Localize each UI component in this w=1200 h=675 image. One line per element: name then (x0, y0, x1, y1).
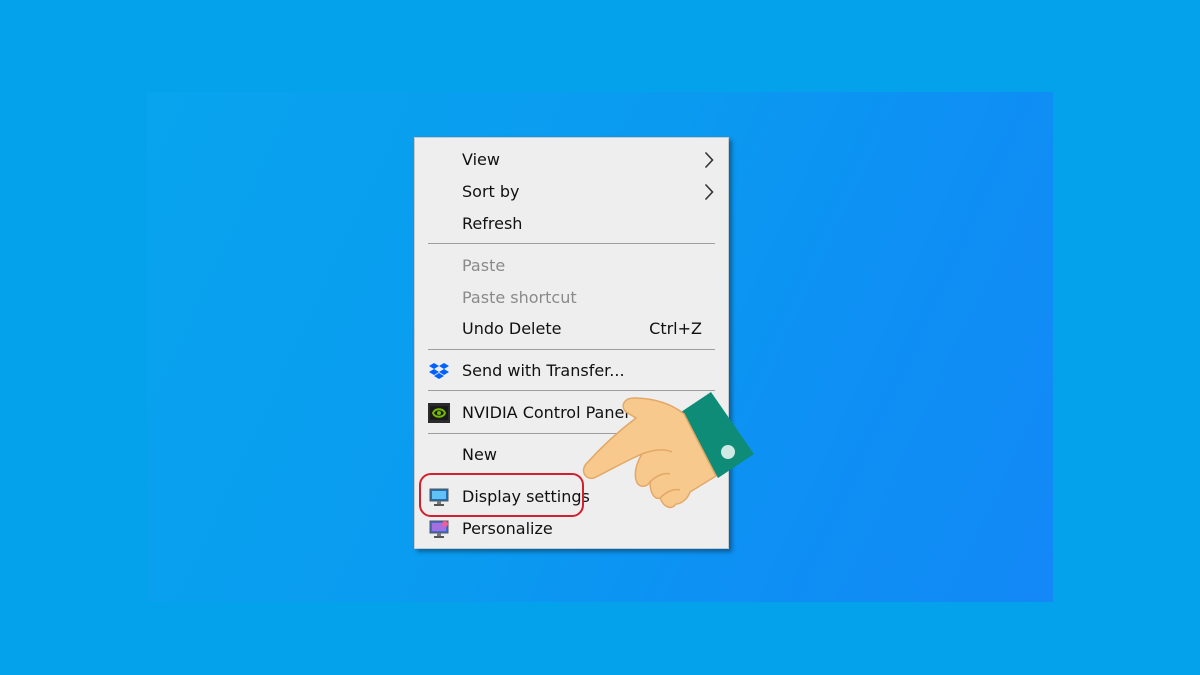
menu-item-send-with-transfer[interactable]: Send with Transfer... (415, 357, 728, 385)
menu-item-label: Sort by (462, 182, 520, 201)
menu-item-refresh[interactable]: Refresh (415, 210, 728, 238)
menu-item-label: View (462, 150, 500, 169)
menu-item-label: Paste shortcut (462, 288, 577, 307)
menu-item-sort-by[interactable]: Sort by (415, 178, 728, 206)
menu-item-label: Refresh (462, 214, 523, 233)
menu-item-view[interactable]: View (415, 146, 728, 174)
menu-item-label: Personalize (462, 519, 553, 538)
personalize-icon (429, 520, 449, 538)
menu-separator (428, 349, 715, 350)
menu-item-label: Send with Transfer... (462, 361, 625, 380)
menu-item-label: New (462, 445, 497, 464)
menu-item-paste-shortcut: Paste shortcut (415, 284, 728, 312)
menu-item-paste: Paste (415, 252, 728, 280)
dropbox-icon (429, 363, 449, 379)
menu-item-label: Paste (462, 256, 506, 275)
chevron-right-icon (704, 183, 714, 201)
pointing-hand-icon (582, 392, 754, 509)
menu-item-undo-delete[interactable]: Undo Delete Ctrl+Z (415, 315, 728, 343)
nvidia-icon (428, 403, 450, 423)
highlight-box (419, 473, 584, 517)
shortcut-text: Ctrl+Z (649, 319, 702, 338)
menu-item-label: Undo Delete (462, 319, 562, 338)
menu-separator (428, 243, 715, 244)
chevron-right-icon (704, 151, 714, 169)
